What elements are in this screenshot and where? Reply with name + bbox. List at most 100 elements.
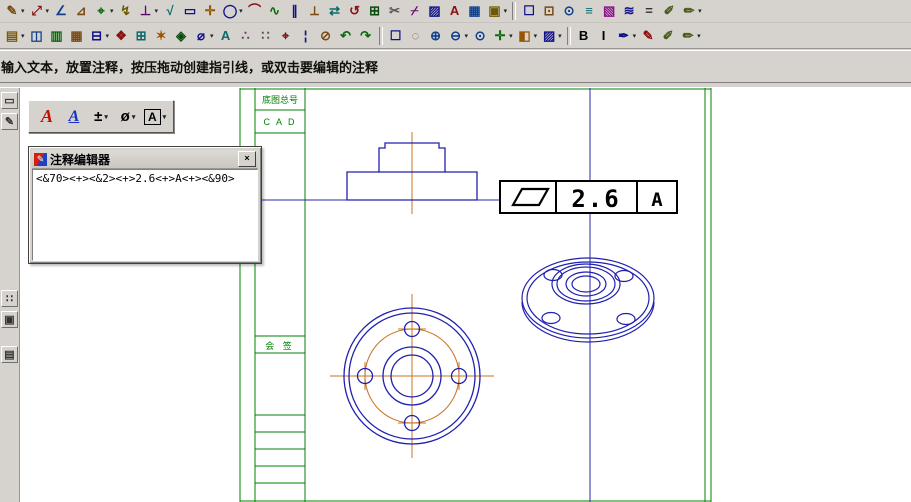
insert-boxed-text-tool[interactable]: A ▾ bbox=[144, 105, 166, 128]
chevron-down-icon[interactable]: ▾ bbox=[155, 7, 159, 15]
block-tool-icon[interactable]: ▣ ▾ bbox=[485, 0, 510, 22]
chevron-down-icon[interactable]: ▾ bbox=[239, 7, 243, 15]
snap-toggle-icon[interactable]: ⌖ bbox=[276, 25, 296, 47]
side-grid-tool-icon[interactable]: ∷ bbox=[1, 290, 18, 307]
chevron-down-icon[interactable]: ▾ bbox=[46, 7, 50, 15]
explode-icon[interactable]: ✶ bbox=[151, 25, 171, 47]
linewidth-icon[interactable]: = bbox=[639, 0, 659, 22]
erase-tool-icon[interactable]: ⊘ bbox=[316, 25, 336, 47]
smart-dimension-icon[interactable]: ⤢ ▾ bbox=[27, 0, 52, 22]
rotate-tool-icon[interactable]: ↺ bbox=[345, 0, 365, 22]
break-tool-icon[interactable]: ⌿ bbox=[405, 0, 425, 22]
layers-icon[interactable]: ≡ bbox=[579, 0, 599, 22]
chevron-down-icon[interactable]: ▾ bbox=[132, 113, 136, 121]
angle-dimension-icon[interactable]: ∠ bbox=[51, 0, 71, 22]
eyedropper-icon[interactable]: ✏ ▾ bbox=[678, 25, 703, 47]
pen-style-icon[interactable]: ✐ bbox=[659, 0, 679, 22]
text-style-icon[interactable]: A bbox=[216, 25, 236, 47]
parts-list-icon[interactable]: ▦ bbox=[67, 25, 87, 47]
ortho-toggle-icon[interactable]: ¦ bbox=[296, 25, 316, 47]
chevron-down-icon[interactable]: ▾ bbox=[21, 32, 25, 40]
symbol-library-icon[interactable]: ❖ bbox=[111, 25, 131, 47]
pen-style-alt-icon[interactable]: ✏ ▾ bbox=[679, 0, 704, 22]
toolbar-button-icon: ▦ bbox=[70, 27, 83, 43]
bold-icon[interactable]: B bbox=[574, 25, 594, 47]
select-window-icon[interactable]: ☐ bbox=[519, 0, 539, 22]
ink-color-icon[interactable]: ✒ ▾ bbox=[614, 25, 639, 47]
bom-table-icon[interactable]: ⊟ ▾ bbox=[87, 25, 112, 47]
redo-icon[interactable]: ↷ bbox=[356, 25, 376, 47]
chamfer-dimension-icon[interactable]: ⊿ bbox=[71, 0, 91, 22]
highlight-pen-icon[interactable]: ✎ bbox=[638, 25, 658, 47]
gdt-feature-control-frame[interactable]: 2.6 A bbox=[499, 180, 678, 214]
grid-toggle-icon[interactable]: ∷ bbox=[256, 25, 276, 47]
insert-diameter-tool[interactable]: ø ▾ bbox=[117, 105, 139, 128]
spline-tool-icon[interactable]: ∿ bbox=[265, 0, 285, 22]
zoom-all-icon[interactable]: ⊙ bbox=[559, 0, 579, 22]
chevron-down-icon[interactable]: ▾ bbox=[698, 7, 702, 15]
text-edit-tool[interactable]: A bbox=[63, 105, 85, 128]
chevron-down-icon[interactable]: ▾ bbox=[697, 32, 701, 40]
side-text-tool-icon[interactable]: ✎ bbox=[1, 113, 18, 130]
tolerance-frame-icon[interactable]: ▭ bbox=[180, 0, 200, 22]
frame-settings-icon[interactable]: ◫ bbox=[27, 25, 47, 47]
flange-axonometric-view[interactable] bbox=[521, 257, 655, 343]
chevron-down-icon[interactable]: ▾ bbox=[465, 32, 469, 40]
outline-color-icon[interactable]: ▨ ▾ bbox=[539, 25, 564, 47]
chevron-down-icon[interactable]: ▾ bbox=[210, 32, 214, 40]
group-icon[interactable]: ◈ bbox=[171, 25, 191, 47]
array-tool-icon[interactable]: ⊞ bbox=[365, 0, 385, 22]
table-tool-icon[interactable]: ▦ bbox=[465, 0, 485, 22]
point-style-icon[interactable]: ∴ bbox=[236, 25, 256, 47]
pan-icon[interactable]: ✛ ▾ bbox=[490, 25, 515, 47]
parallel-line-icon[interactable]: ∥ bbox=[285, 0, 305, 22]
chevron-down-icon[interactable]: ▾ bbox=[504, 7, 508, 15]
insert-block-icon[interactable]: ⊞ bbox=[131, 25, 151, 47]
undo-icon[interactable]: ↶ bbox=[336, 25, 356, 47]
chevron-down-icon[interactable]: ▾ bbox=[104, 113, 108, 121]
chevron-down-icon[interactable]: ▾ bbox=[558, 32, 562, 40]
arc-tool-icon[interactable]: ⌒ bbox=[245, 0, 265, 22]
datum-symbol-icon[interactable]: ⊥ ▾ bbox=[136, 0, 161, 22]
italic-icon[interactable]: I bbox=[594, 25, 614, 47]
zoom-window-icon[interactable]: ⊡ bbox=[539, 0, 559, 22]
circle-tool-icon[interactable]: ◯ ▾ bbox=[220, 0, 245, 22]
side-sheet-tool-icon[interactable]: ▤ bbox=[1, 346, 18, 363]
text-compose-tool[interactable]: A bbox=[36, 105, 58, 128]
chevron-down-icon[interactable]: ▾ bbox=[534, 32, 538, 40]
zoom-in-icon[interactable]: ⊕ bbox=[426, 25, 446, 47]
text-tool-icon[interactable]: A bbox=[445, 0, 465, 22]
title-block-icon[interactable]: ▥ bbox=[47, 25, 67, 47]
perpendicular-line-icon[interactable]: ⟂ bbox=[305, 0, 325, 22]
mirror-tool-icon[interactable]: ⇄ bbox=[325, 0, 345, 22]
coordinate-dimension-icon[interactable]: ⌖ ▾ bbox=[91, 0, 116, 22]
pick-box-icon[interactable]: ◌ bbox=[406, 25, 426, 47]
pencil-dimension-icon[interactable]: ✎ ▾ bbox=[2, 0, 27, 22]
zoom-extents-icon[interactable]: ⊙ bbox=[470, 25, 490, 47]
center-mark-icon[interactable]: ✛ bbox=[200, 0, 220, 22]
chevron-down-icon[interactable]: ▾ bbox=[633, 32, 637, 40]
hatch-tool-icon[interactable]: ▨ bbox=[425, 0, 445, 22]
brush-icon[interactable]: ✐ bbox=[658, 25, 678, 47]
open-sheet-icon[interactable]: ▤ ▾ bbox=[2, 25, 27, 47]
dialog-titlebar[interactable]: ✎ 注释编辑器 × bbox=[32, 150, 258, 169]
dimension-style-icon[interactable]: ⌀ ▾ bbox=[191, 25, 216, 47]
roughness-symbol-icon[interactable]: √ bbox=[160, 0, 180, 22]
chevron-down-icon[interactable]: ▾ bbox=[163, 113, 167, 121]
chevron-down-icon[interactable]: ▾ bbox=[21, 7, 25, 15]
zoom-out-icon[interactable]: ⊖ ▾ bbox=[446, 25, 471, 47]
trim-tool-icon[interactable]: ✂ bbox=[385, 0, 405, 22]
side-block-tool-icon[interactable]: ▣ bbox=[1, 311, 18, 328]
fill-color-icon[interactable]: ◧ ▾ bbox=[515, 25, 540, 47]
chevron-down-icon[interactable]: ▾ bbox=[509, 32, 513, 40]
leader-annotation-icon[interactable]: ↯ bbox=[116, 0, 136, 22]
color-swatch-icon[interactable]: ▧ bbox=[599, 0, 619, 22]
chevron-down-icon[interactable]: ▾ bbox=[106, 32, 110, 40]
linetype-icon[interactable]: ≋ bbox=[619, 0, 639, 22]
side-select-tool-icon[interactable]: ▭ bbox=[1, 92, 18, 109]
close-icon[interactable]: × bbox=[238, 151, 256, 167]
insert-plusminus-tool[interactable]: ± ▾ bbox=[90, 105, 112, 128]
chevron-down-icon[interactable]: ▾ bbox=[110, 7, 114, 15]
select-filter-icon[interactable]: ☐ bbox=[386, 25, 406, 47]
annotation-editor-text[interactable]: <&70><+><&2><+>2.6<+>A<+><&90> bbox=[32, 169, 258, 261]
